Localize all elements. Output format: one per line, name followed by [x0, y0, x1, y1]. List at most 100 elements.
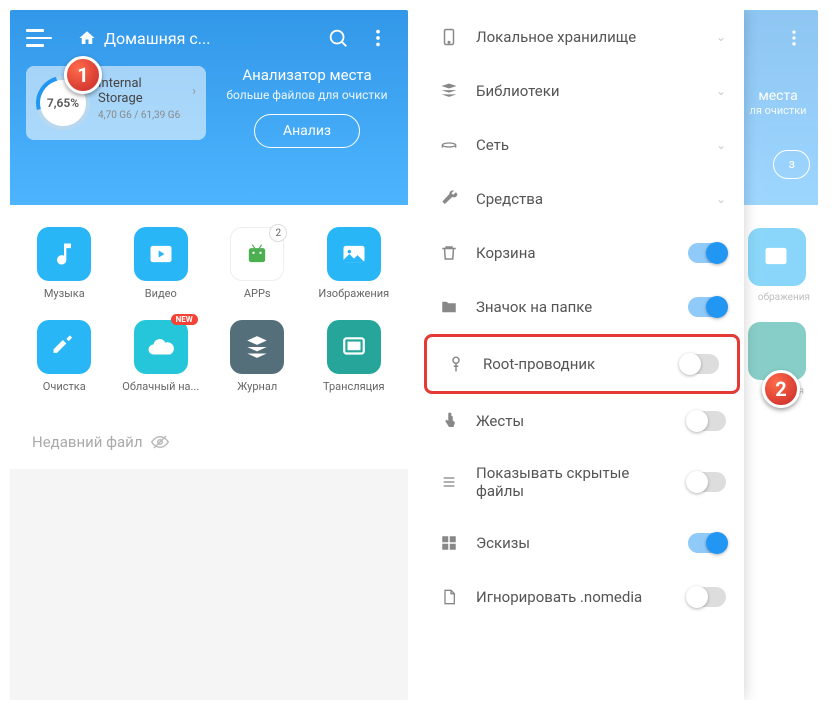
callout-marker-2: 2 [762, 370, 800, 408]
log-icon [230, 320, 284, 374]
menu-button[interactable] [26, 24, 54, 52]
search-button[interactable] [324, 24, 352, 52]
analyze-button[interactable]: Анализ [254, 114, 360, 148]
drawer-tools[interactable]: Средства ⌄ [420, 172, 744, 226]
drawer-root-explorer[interactable]: Root-проводник [424, 334, 740, 394]
drawer-thumbnails[interactable]: Эскизы [420, 516, 744, 570]
drawer-hidden-files[interactable]: Показывать скрытые файлы [420, 448, 744, 516]
wrench-icon [438, 188, 460, 210]
root-toggle[interactable] [681, 354, 719, 374]
analyzer-panel: Анализатор места больше файлов для очист… [222, 66, 392, 148]
gesture-icon [438, 410, 460, 432]
drawer-libraries[interactable]: Библиотеки ⌄ [420, 64, 744, 118]
phone-icon [438, 26, 460, 48]
tile-apps[interactable]: 2 APPs [211, 221, 304, 306]
storage-info: Internal Storage › 4,70 G6 / 61,39 G6 [98, 76, 196, 121]
gestures-toggle[interactable] [688, 411, 726, 431]
drawer-screen: места ля очистки з ображения сляция Лока… [420, 10, 818, 700]
eye-off-icon [151, 433, 169, 451]
cloud-icon: NEW [134, 320, 188, 374]
drawer-folder-icon[interactable]: Значок на папке [420, 280, 744, 334]
drawer-nomedia[interactable]: Игнорировать .nomedia [420, 570, 744, 624]
search-icon [327, 27, 349, 49]
topbar: Домашняя с... [10, 10, 408, 66]
images-icon [327, 227, 381, 281]
tile-cast[interactable]: Трансляция [308, 314, 401, 399]
tile-music[interactable]: Музыка [18, 221, 111, 306]
more-button[interactable] [364, 24, 392, 52]
header: Домашняя с... 7,65% Internal Storage › 4… [10, 10, 408, 205]
drawer-label: Сеть [476, 136, 700, 154]
breadcrumb-text: Домашняя с... [104, 29, 210, 48]
tile-label: APPs [244, 287, 271, 300]
callout-marker-1: 1 [64, 56, 102, 94]
folder-icon-toggle[interactable] [688, 297, 726, 317]
tile-label: Изображения [318, 287, 389, 300]
chevron-down-icon: ⌄ [716, 84, 726, 98]
storage-size: 4,70 G6 / 61,39 G6 [98, 110, 196, 121]
tile-clean[interactable]: Очистка [18, 314, 111, 399]
drawer-local-storage[interactable]: Локальное хранилище ⌄ [420, 10, 744, 64]
storage-percent: 7,65% [47, 96, 79, 110]
drawer-network[interactable]: Сеть ⌄ [420, 118, 744, 172]
chevron-down-icon: ⌄ [716, 138, 726, 152]
apps-icon: 2 [230, 227, 284, 281]
drawer-label: Средства [476, 190, 700, 208]
tile-log[interactable]: Журнал [211, 314, 304, 399]
clean-icon [37, 320, 91, 374]
analyzer-title: Анализатор места [222, 66, 392, 84]
drawer-label: Показывать скрытые файлы [476, 464, 672, 500]
main-screen: Домашняя с... 7,65% Internal Storage › 4… [10, 10, 408, 700]
storage-card[interactable]: 7,65% Internal Storage › 4,70 G6 / 61,39… [26, 66, 206, 140]
network-icon [438, 134, 460, 156]
new-badge: NEW [171, 314, 198, 325]
video-icon [134, 227, 188, 281]
home-icon [78, 29, 96, 47]
tile-label: Видео [145, 287, 177, 300]
tile-label: Музыка [44, 287, 85, 300]
stack-icon [438, 80, 460, 102]
thumbs-toggle[interactable] [688, 533, 726, 553]
breadcrumb[interactable]: Домашняя с... [78, 29, 312, 48]
trash-toggle[interactable] [688, 243, 726, 263]
tile-cloud[interactable]: NEW Облачный на... [115, 314, 208, 399]
music-icon [37, 227, 91, 281]
grid-icon [438, 532, 460, 554]
storage-name: Internal Storage › [98, 76, 196, 106]
drawer-label: Игнорировать .nomedia [476, 588, 672, 606]
more-icon [367, 27, 389, 49]
file-icon [438, 586, 460, 608]
bg-tile-images [748, 228, 806, 286]
tile-images[interactable]: Изображения [308, 221, 401, 306]
folder-tag-icon [438, 296, 460, 318]
drawer-trash[interactable]: Корзина [420, 226, 744, 280]
nomedia-toggle[interactable] [688, 587, 726, 607]
bg-header-peek: места ля очистки з [738, 10, 818, 205]
root-icon [445, 353, 467, 375]
list-icon [438, 471, 460, 493]
drawer-label: Жесты [476, 412, 672, 430]
chevron-down-icon: ⌄ [716, 30, 726, 44]
trash-icon [438, 242, 460, 264]
drawer-gestures[interactable]: Жесты [420, 394, 744, 448]
analyzer-sub: больше файлов для очистки [222, 88, 392, 102]
cast-icon [327, 320, 381, 374]
drawer-label: Эскизы [476, 534, 672, 552]
tile-label: Очистка [43, 380, 86, 393]
drawer-label: Корзина [476, 244, 672, 262]
recent-files[interactable]: Недавний файл [10, 415, 408, 469]
recent-label: Недавний файл [32, 433, 143, 451]
nav-drawer: Локальное хранилище ⌄ Библиотеки ⌄ Сеть … [420, 10, 744, 700]
chevron-down-icon: ⌄ [716, 192, 726, 206]
drawer-label: Значок на папке [476, 298, 672, 316]
apps-badge: 2 [269, 224, 287, 242]
tile-label: Трансляция [323, 380, 385, 393]
tile-label: Журнал [237, 380, 277, 393]
drawer-label: Локальное хранилище [476, 28, 700, 46]
tile-video[interactable]: Видео [115, 221, 208, 306]
hidden-toggle[interactable] [688, 472, 726, 492]
category-grid: Музыка Видео 2 APPs Изображения Очистка … [10, 205, 408, 415]
tile-label: Облачный на... [122, 380, 199, 393]
drawer-label: Root-проводник [483, 355, 665, 373]
drawer-label: Библиотеки [476, 82, 700, 100]
